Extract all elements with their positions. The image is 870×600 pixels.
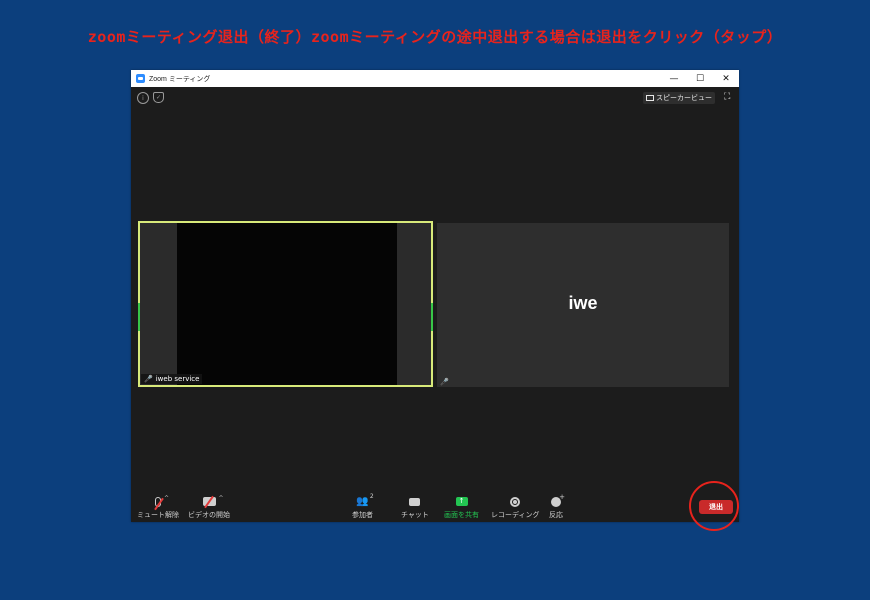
start-video-label: ビデオの開始 — [188, 511, 230, 519]
participants-icon: 👥 — [356, 496, 369, 507]
video-off-icon — [202, 495, 216, 509]
reactions-icon — [551, 493, 565, 507]
meeting-toolbar: ^ ミュート解除 ^ ビデオの開始 👥 2 参加者 チャット ↑ 画面を共有 レ… — [131, 493, 739, 522]
window-title: Zoom ミーティング — [149, 75, 211, 83]
speaker-view-button[interactable]: スピーカービュー — [643, 92, 715, 104]
zoom-meeting-window: Zoom ミーティング — ☐ ✕ i ✓ スピーカービュー ⛶ 🎤 iweb … — [131, 70, 739, 522]
speaker-view-icon — [646, 95, 654, 101]
share-screen-label: 画面を共有 — [444, 511, 479, 519]
title-bar: Zoom ミーティング — ☐ ✕ — [131, 70, 739, 87]
muted-mic-icon: 🎤 — [440, 378, 449, 386]
video-feed — [177, 223, 397, 385]
video-tile-participant[interactable]: iwe 🎤 — [437, 223, 729, 387]
video-tile-active-speaker[interactable]: 🎤 iweb service — [138, 221, 433, 387]
participants-button[interactable]: 👥 2 参加者 — [352, 493, 374, 520]
participant-name-large: iwe — [568, 293, 598, 313]
chat-button[interactable]: チャット — [401, 495, 429, 520]
chevron-up-icon[interactable]: ^ — [164, 495, 169, 502]
record-icon — [510, 496, 521, 507]
participants-label: 参加者 — [352, 511, 373, 519]
speaking-indicator-right — [431, 303, 433, 331]
chat-label: チャット — [401, 511, 429, 519]
reactions-button[interactable]: 反応 — [549, 493, 565, 520]
start-video-button[interactable]: ^ ビデオの開始 — [188, 495, 230, 520]
chat-icon — [409, 497, 421, 506]
unmute-button[interactable]: ^ ミュート解除 — [137, 495, 179, 520]
record-button[interactable]: レコーディング — [491, 495, 540, 520]
speaking-indicator-left — [138, 303, 140, 331]
instruction-caption: zoomミーティング退出（終了）zoomミーティングの途中退出する場合は退出をク… — [87, 28, 783, 46]
share-screen-icon: ↑ — [455, 497, 468, 506]
participant-count: 2 — [369, 493, 374, 500]
maximize-button[interactable]: ☐ — [687, 70, 713, 87]
participant-name-tag: 🎤 iweb service — [141, 374, 203, 384]
close-button[interactable]: ✕ — [713, 70, 739, 87]
chevron-up-icon[interactable]: ^ — [218, 495, 223, 502]
microphone-muted-icon — [154, 496, 164, 510]
participant-name: iweb service — [155, 375, 200, 383]
fullscreen-icon[interactable]: ⛶ — [724, 93, 733, 102]
minimize-button[interactable]: — — [661, 70, 687, 87]
unmute-label: ミュート解除 — [137, 511, 179, 519]
reactions-label: 反応 — [549, 511, 563, 519]
share-screen-button[interactable]: ↑ 画面を共有 — [444, 495, 479, 520]
meeting-info-icons: i ✓ — [137, 92, 164, 104]
leave-highlight-circle — [689, 481, 739, 531]
window-controls: — ☐ ✕ — [661, 70, 739, 87]
speaker-view-label: スピーカービュー — [656, 94, 712, 102]
muted-mic-icon: 🎤 — [144, 375, 153, 383]
record-label: レコーディング — [491, 511, 540, 519]
zoom-app-icon — [136, 74, 145, 83]
security-shield-icon[interactable]: ✓ — [153, 92, 164, 103]
info-icon[interactable]: i — [137, 92, 149, 104]
